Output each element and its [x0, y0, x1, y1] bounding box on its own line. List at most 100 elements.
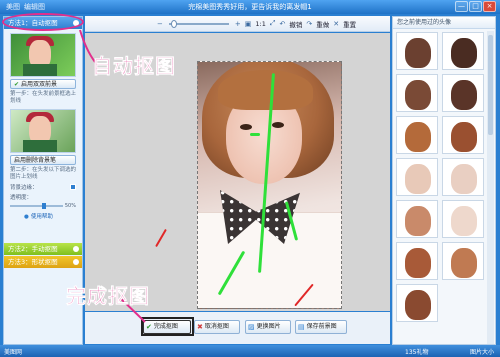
history-grid — [396, 32, 486, 322]
ratio-button[interactable]: 1:1 — [255, 20, 265, 28]
history-thumbnail[interactable] — [442, 158, 484, 196]
portrait-shape — [451, 164, 477, 194]
portrait-shape — [451, 80, 477, 110]
expand-icon — [73, 259, 79, 265]
example-thumbnail-2 — [10, 109, 76, 153]
scroll-thumb[interactable] — [488, 35, 493, 135]
history-thumbnail[interactable] — [396, 32, 438, 70]
redo-button[interactable]: 重做 — [316, 19, 329, 29]
change-image-button[interactable]: ▨ 更换图片 — [245, 320, 291, 334]
method3-label: 方法3：形状抠图 — [8, 258, 58, 266]
title-bar: 美图 编辑图 完棉美图秀秀好用，更告诉我的离发帽1 — □ × — [0, 0, 500, 14]
zoom-out-icon[interactable]: − — [157, 20, 163, 28]
save-label: 保存前景图 — [306, 323, 337, 330]
minimize-button[interactable]: — — [455, 1, 468, 12]
fit-icon[interactable]: ▣ — [245, 20, 252, 28]
portrait-shape — [405, 164, 431, 194]
enable-background-eraser-button[interactable]: 启用删除背景笔 — [10, 155, 76, 165]
scarf-shape — [23, 64, 57, 76]
portrait-shape — [405, 248, 431, 278]
cancel-icon: ✖ — [197, 323, 203, 331]
history-thumbnail[interactable] — [396, 242, 438, 280]
save-foreground-button[interactable]: ▤ 保存前景图 — [295, 320, 347, 334]
slider-value: 50% — [64, 203, 76, 209]
cancel-cutout-button[interactable]: ✖ 取消抠图 — [194, 320, 240, 334]
history-thumbnail[interactable] — [442, 242, 484, 280]
opacity-slider[interactable] — [10, 203, 63, 209]
edge-row: 背景边缘： — [10, 183, 76, 191]
portrait-shape — [405, 122, 431, 152]
history-thumbnail[interactable] — [442, 116, 484, 154]
portrait-shape — [405, 80, 431, 110]
opt1-label: 启用双双前景 — [21, 81, 58, 88]
background-stroke — [155, 228, 167, 248]
portrait-shape — [405, 38, 431, 68]
expand-icon — [73, 246, 79, 252]
history-thumbnail[interactable] — [396, 200, 438, 238]
history-thumbnail[interactable] — [396, 74, 438, 112]
edge-checkbox[interactable] — [70, 184, 76, 190]
close-button[interactable]: × — [483, 1, 496, 12]
history-thumbnail[interactable] — [396, 284, 438, 322]
zoom-in-icon[interactable]: + — [235, 20, 241, 28]
zoom-knob[interactable] — [170, 19, 177, 28]
status-gift[interactable]: 135礼物 — [405, 347, 428, 356]
history-scrollbar[interactable] — [487, 31, 494, 344]
slider-knob[interactable] — [41, 203, 46, 209]
undo-button[interactable]: 撤销 — [289, 19, 302, 29]
status-image-size: 图片大小 — [469, 349, 494, 356]
foreground-stroke — [250, 133, 260, 136]
highlight-oval — [2, 13, 84, 31]
step1-description: 第一步：在头发前景框选上划线 — [10, 91, 77, 104]
method2-header[interactable]: 方法2：手动抠图 — [4, 243, 82, 255]
annotation-auto-cutout: 自动抠图 — [92, 54, 176, 79]
history-thumbnail[interactable] — [442, 74, 484, 112]
status-site-link[interactable]: 美图网 — [4, 347, 22, 356]
portrait-shape — [405, 206, 431, 236]
portrait-shape — [451, 38, 477, 68]
history-thumbnail[interactable] — [442, 200, 484, 238]
opacity-slider-row: 50% — [10, 203, 76, 209]
opacity-label: 透明度： — [10, 195, 33, 201]
eye-shape — [272, 122, 284, 128]
check-icon: ✔ — [14, 81, 20, 88]
bangs-shape — [218, 70, 313, 110]
image-icon: ▨ — [248, 323, 255, 331]
maximize-button[interactable]: □ — [469, 1, 482, 12]
scarf-shape — [23, 140, 57, 152]
expand-icon[interactable]: ⤢ — [270, 19, 276, 28]
method2-label: 方法2：手动抠图 — [8, 245, 58, 253]
history-panel: 您之前使用过的头像 — [392, 16, 496, 345]
canvas-toolbar: − + ▣ 1:1 ⤢ ↶ 撤销 ↷ 重做 ✕ 重置 — [85, 16, 390, 32]
history-thumbnail[interactable] — [396, 116, 438, 154]
cancel-label: 取消抠图 — [204, 323, 229, 330]
opacity-row: 透明度： — [10, 193, 76, 201]
window-title: 完棉美图秀秀好用，更告诉我的离发帽1 — [188, 3, 312, 11]
enable-foreground-pen-button[interactable]: ✔ 启用双双前景 — [10, 79, 76, 89]
example-thumbnail-1 — [10, 33, 76, 77]
zoom-slider[interactable] — [168, 19, 229, 28]
annotation-done-cutout: 完成抠图 — [66, 284, 150, 309]
eye-shape — [240, 124, 252, 130]
portrait-shape — [451, 248, 477, 278]
step2-description: 第二步：在头发以下调选的图片上划线 — [10, 167, 77, 180]
reset-icon[interactable]: ✕ — [333, 20, 339, 28]
portrait-shape — [451, 122, 477, 152]
help-link[interactable]: 使用帮助 — [24, 212, 76, 220]
status-bar: 美图网 135礼物 图片大小 — [0, 345, 500, 357]
redo-icon[interactable]: ↷ — [306, 20, 312, 28]
portrait-shape — [451, 206, 477, 236]
window-controls: — □ × — [455, 1, 496, 12]
highlight-rect — [141, 317, 194, 336]
method3-header[interactable]: 方法3：形状抠图 — [4, 256, 82, 268]
edge-label: 背景边缘： — [10, 185, 38, 191]
save-icon: ▤ — [298, 323, 305, 331]
change-label: 更换图片 — [256, 323, 281, 330]
reset-button[interactable]: 重置 — [343, 19, 356, 29]
history-thumbnail[interactable] — [442, 32, 484, 70]
portrait-shape — [405, 290, 431, 320]
opt2-label: 启用删除背景笔 — [14, 157, 57, 164]
undo-icon[interactable]: ↶ — [279, 20, 285, 28]
history-thumbnail[interactable] — [396, 158, 438, 196]
history-header: 您之前使用过的头像 — [393, 17, 495, 29]
